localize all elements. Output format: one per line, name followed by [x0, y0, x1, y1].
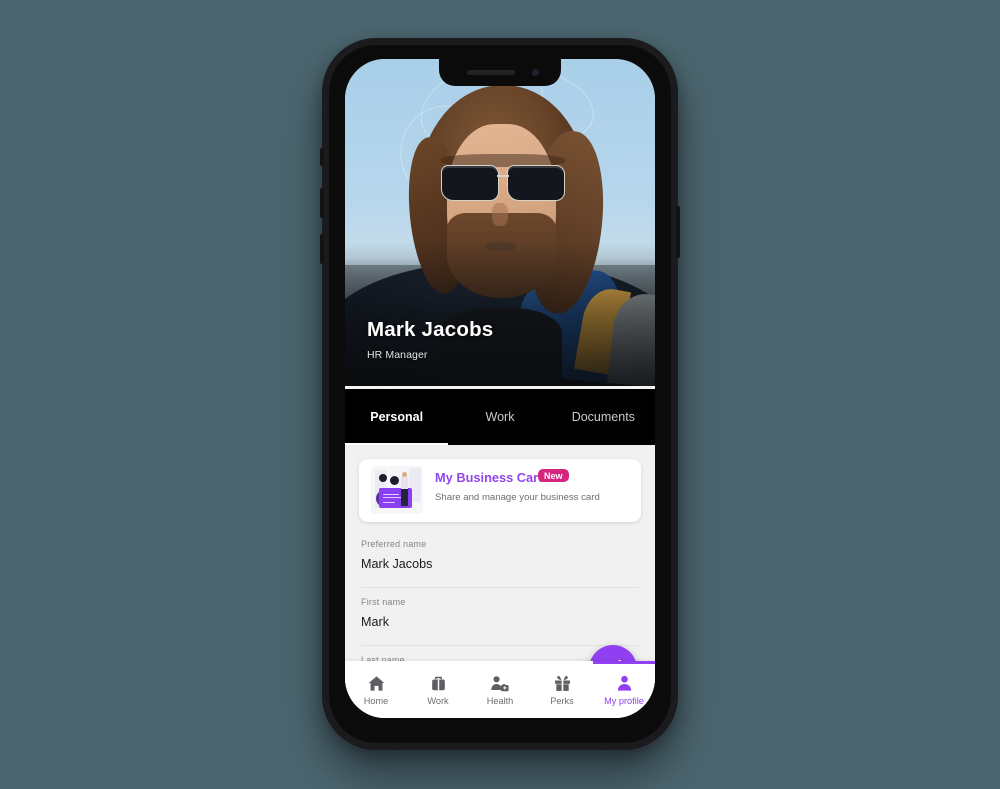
illustration-badge-dot [379, 474, 387, 482]
illustration-person-legs [401, 488, 408, 506]
tab-work[interactable]: Work [448, 389, 551, 445]
volume-down-button[interactable] [320, 234, 324, 264]
business-card-subtitle: Share and manage your business card [435, 492, 600, 503]
photo-gradient-scrim [345, 242, 655, 386]
illustration-person-body [401, 476, 408, 489]
illustration-badge-dot [390, 476, 399, 485]
phone-notch [439, 59, 561, 86]
tab-documents[interactable]: Documents [552, 389, 655, 445]
field-divider [361, 645, 639, 646]
tab-strip: Personal Work Documents [345, 386, 655, 445]
illustration-card-line [383, 494, 399, 496]
new-badge: New [538, 469, 569, 482]
tab-personal[interactable]: Personal [345, 389, 449, 445]
field-first-name-label: First name [361, 597, 406, 607]
stage: Mark Jacobs HR Manager Personal Work Doc… [0, 0, 1000, 789]
profile-hero-photo[interactable]: Mark Jacobs HR Manager [345, 59, 655, 386]
business-card-banner[interactable]: My Business Card New Share and manage yo… [359, 459, 641, 522]
tab-documents-label: Documents [571, 410, 635, 424]
tab-personal-label: Personal [370, 410, 424, 424]
nav-item-health[interactable]: Health [469, 661, 531, 718]
person-icon [617, 675, 631, 691]
volume-up-button[interactable] [320, 188, 324, 218]
field-first-name[interactable]: First name Mark [361, 597, 631, 629]
business-card-title: My Business Card [435, 470, 546, 485]
page-title: Mark Jacobs [367, 318, 494, 341]
field-preferred-name[interactable]: Preferred name Mark Jacobs [361, 539, 631, 571]
power-button[interactable] [676, 206, 680, 258]
front-camera-icon [532, 69, 539, 76]
nav-item-home-label: Home [363, 695, 389, 706]
field-first-name-value: Mark [361, 615, 389, 629]
illustration-card-line [383, 502, 395, 504]
nose [492, 202, 508, 226]
bottom-navigation-bar: Home Work Health Perks My profile [345, 661, 655, 718]
nav-item-health-label: Health [486, 695, 514, 706]
nav-item-perks[interactable]: Perks [531, 661, 593, 718]
illustration-person-head [402, 472, 407, 477]
home-icon [368, 675, 384, 691]
field-preferred-name-value: Mark Jacobs [361, 557, 433, 571]
mute-switch[interactable] [320, 148, 324, 166]
nav-item-my-profile-label: My profile [604, 695, 644, 706]
sunglasses-icon [441, 164, 566, 202]
business-card-illustration-icon [371, 466, 423, 514]
briefcase-icon [431, 676, 445, 690]
tab-work-label: Work [485, 410, 515, 424]
field-preferred-name-label: Preferred name [361, 539, 427, 549]
person-medical-bag-icon [491, 675, 509, 691]
nav-item-perks-label: Perks [550, 695, 574, 706]
sunglasses-left-lens [441, 164, 499, 202]
tabs: Personal Work Documents [345, 389, 655, 445]
sunglasses-bridge [496, 175, 510, 177]
earpiece-speaker-icon [467, 70, 515, 75]
profile-role: HR Manager [367, 349, 428, 361]
sunglasses-right-lens [507, 164, 566, 202]
personal-tab-content: My Business Card New Share and manage yo… [345, 445, 655, 718]
nav-item-work[interactable]: Work [407, 661, 469, 718]
nav-item-home[interactable]: Home [345, 661, 407, 718]
nav-item-work-label: Work [427, 695, 449, 706]
illustration-card-line [383, 497, 403, 499]
nav-item-my-profile[interactable]: My profile [593, 661, 655, 718]
phone-screen: Mark Jacobs HR Manager Personal Work Doc… [345, 59, 655, 718]
field-divider [361, 587, 639, 588]
gift-icon [554, 675, 570, 691]
